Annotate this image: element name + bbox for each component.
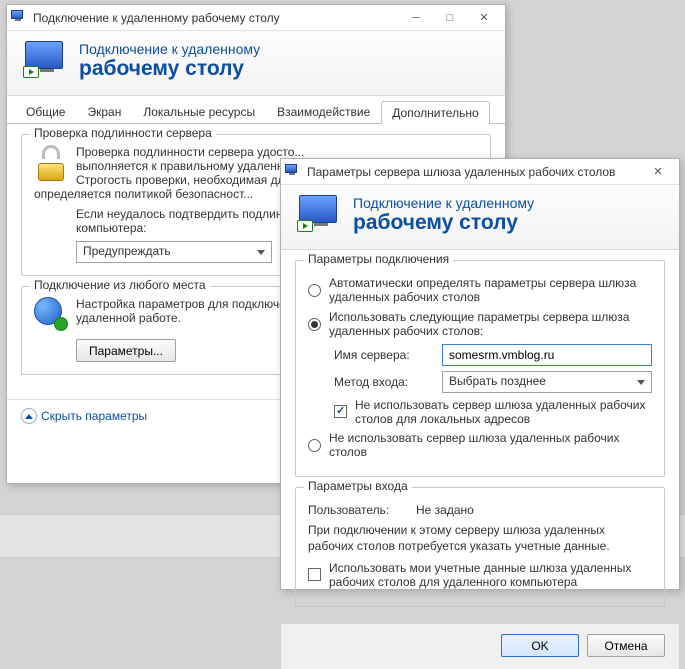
close-button[interactable]: ✕ <box>641 162 675 182</box>
tab-general[interactable]: Общие <box>15 100 76 123</box>
lock-icon <box>34 145 68 181</box>
banner: Подключение к удаленному рабочему столу <box>281 185 679 250</box>
logon-method-label: Метод входа: <box>334 375 434 389</box>
logon-method-select[interactable]: Выбрать позднее <box>442 371 652 393</box>
rdp-icon <box>299 195 343 235</box>
maximize-button[interactable]: □ <box>433 8 467 28</box>
banner-line2: рабочему столу <box>353 211 534 234</box>
bypass-local-checkbox[interactable] <box>334 405 347 418</box>
user-label: Пользователь: <box>308 503 408 517</box>
share-creds-label: Использовать мои учетные данные шлюза уд… <box>329 561 652 590</box>
banner: Подключение к удаленному рабочему столу <box>7 31 505 96</box>
conn-params-group: Параметры подключения Автоматически опре… <box>295 260 665 477</box>
creds-desc: При подключении к этому серверу шлюза уд… <box>308 523 652 554</box>
gateway-settings-button[interactable]: Параметры... <box>76 339 176 362</box>
server-name-input[interactable] <box>442 344 652 366</box>
banner-line1: Подключение к удаленному <box>79 41 260 57</box>
chevron-up-icon <box>21 408 37 424</box>
user-value: Не задано <box>416 503 474 517</box>
titlebar[interactable]: Подключение к удаленному рабочему столу … <box>7 5 505 31</box>
server-name-label: Имя сервера: <box>334 348 434 362</box>
radio-auto-label: Автоматически определять параметры серве… <box>329 276 652 305</box>
minimize-button[interactable]: ─ <box>399 8 433 28</box>
close-button[interactable]: ✕ <box>467 8 501 28</box>
group-title: Параметры подключения <box>304 252 453 266</box>
radio-use-label: Использовать следующие параметры сервера… <box>329 310 652 339</box>
radio-use-settings[interactable] <box>308 318 321 331</box>
tab-experience[interactable]: Взаимодействие <box>266 100 381 123</box>
gateway-settings-dialog: Параметры сервера шлюза удаленных рабочи… <box>280 158 680 590</box>
radio-auto[interactable] <box>308 284 321 297</box>
share-creds-checkbox[interactable] <box>308 568 321 581</box>
bypass-local-label: Не использовать сервер шлюза удаленных р… <box>355 398 652 427</box>
globe-icon <box>34 297 68 331</box>
group-title: Проверка подлинности сервера <box>30 126 216 140</box>
group-title: Подключение из любого места <box>30 278 210 292</box>
hide-options-link[interactable]: Скрыть параметры <box>21 408 147 424</box>
banner-line2: рабочему столу <box>79 57 260 80</box>
tab-display[interactable]: Экран <box>76 100 132 123</box>
tab-local-resources[interactable]: Локальные ресурсы <box>132 100 266 123</box>
app-icon <box>11 10 27 26</box>
radio-no-gateway-label: Не использовать сервер шлюза удаленных р… <box>329 431 652 459</box>
window-title: Параметры сервера шлюза удаленных рабочи… <box>307 165 641 179</box>
tab-advanced[interactable]: Дополнительно <box>381 101 489 124</box>
rdp-icon <box>25 41 69 81</box>
titlebar[interactable]: Параметры сервера шлюза удаленных рабочи… <box>281 159 679 185</box>
cancel-button[interactable]: Отмена <box>587 634 665 657</box>
auth-fail-combo[interactable]: Предупреждать <box>76 241 272 263</box>
tab-strip: Общие Экран Локальные ресурсы Взаимодейс… <box>7 96 505 124</box>
app-icon <box>285 164 301 180</box>
window-title: Подключение к удаленному рабочему столу <box>33 11 399 25</box>
login-params-group: Параметры входа Пользователь: Не задано … <box>295 487 665 607</box>
radio-no-gateway[interactable] <box>308 439 321 452</box>
group-title: Параметры входа <box>304 479 412 493</box>
banner-line1: Подключение к удаленному <box>353 195 534 211</box>
ok-button[interactable]: OK <box>501 634 579 657</box>
